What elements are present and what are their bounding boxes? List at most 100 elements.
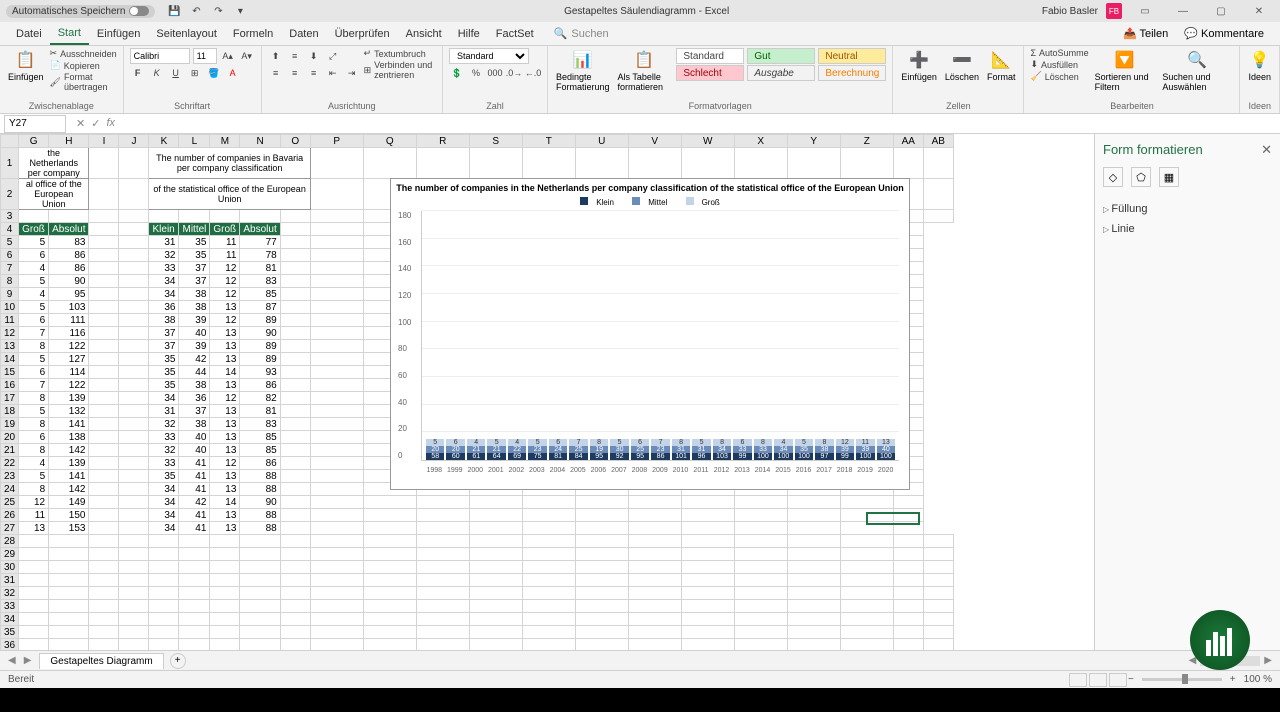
font-color-button[interactable]: A bbox=[225, 65, 241, 81]
panel-close-icon[interactable]: ✕ bbox=[1261, 142, 1272, 158]
autosave-toggle[interactable]: Automatisches Speichern bbox=[6, 5, 155, 18]
user-name[interactable]: Fabio Basler bbox=[1042, 6, 1098, 17]
search-label[interactable]: Suchen bbox=[571, 28, 608, 40]
worksheet[interactable]: GHIJKLMNOPQRSTUVWXYZAAAB1the Netherlands… bbox=[0, 134, 1094, 650]
zoom-out-icon[interactable]: − bbox=[1128, 674, 1134, 685]
font-name-input[interactable] bbox=[130, 48, 190, 64]
cancel-formula-icon[interactable]: ✕ bbox=[76, 117, 85, 130]
merge-button[interactable]: ⊞ Verbinden und zentrieren bbox=[364, 60, 436, 80]
tab-teilen[interactable]: 📤 Teilen bbox=[1115, 23, 1176, 44]
tab-datei[interactable]: Datei bbox=[8, 24, 50, 44]
tab-hilfe[interactable]: Hilfe bbox=[450, 24, 488, 44]
format-cells-button[interactable]: 📐Format bbox=[985, 48, 1018, 84]
tab-start[interactable]: Start bbox=[50, 23, 89, 45]
qat-dropdown-icon[interactable]: ▾ bbox=[232, 3, 248, 19]
align-center-icon[interactable]: ≡ bbox=[287, 65, 303, 81]
cut-button[interactable]: ✂ Ausschneiden bbox=[50, 48, 117, 59]
number-format-select[interactable]: Standard bbox=[449, 48, 529, 64]
conditional-format-button[interactable]: 📊Bedingte Formatierung bbox=[554, 48, 612, 94]
redo-icon[interactable]: ↷ bbox=[210, 3, 226, 19]
undo-icon[interactable]: ↶ bbox=[188, 3, 204, 19]
increase-font-icon[interactable]: A▴ bbox=[220, 48, 236, 64]
bold-button[interactable]: F bbox=[130, 65, 146, 81]
accept-formula-icon[interactable]: ✓ bbox=[91, 117, 100, 130]
next-sheet-icon[interactable]: ▶ bbox=[24, 655, 32, 666]
tab-ansicht[interactable]: Ansicht bbox=[398, 24, 450, 44]
close-icon[interactable]: ✕ bbox=[1244, 6, 1274, 17]
clear-button[interactable]: 🧹 Löschen bbox=[1030, 71, 1088, 82]
tab-daten[interactable]: Daten bbox=[281, 24, 326, 44]
zoom-in-icon[interactable]: + bbox=[1230, 674, 1236, 685]
fill-color-button[interactable]: 🪣 bbox=[206, 65, 222, 81]
hscroll-right-icon[interactable]: ▶ bbox=[1264, 655, 1272, 666]
prop-linie[interactable]: Linie bbox=[1103, 219, 1272, 239]
currency-icon[interactable]: 💲 bbox=[449, 65, 465, 81]
align-left-icon[interactable]: ≡ bbox=[268, 65, 284, 81]
tab-seitenlayout[interactable]: Seitenlayout bbox=[148, 24, 225, 44]
zoom-level[interactable]: 100 % bbox=[1244, 674, 1272, 685]
style-gut[interactable]: Gut bbox=[747, 48, 815, 64]
ribbon-mode-icon[interactable]: ▭ bbox=[1130, 6, 1160, 17]
page-layout-icon[interactable] bbox=[1089, 673, 1107, 687]
minimize-icon[interactable]: — bbox=[1168, 6, 1198, 17]
search-icon[interactable]: 🔍 bbox=[554, 27, 568, 40]
style-berechnung[interactable]: Berechnung bbox=[818, 65, 886, 81]
comma-icon[interactable]: 000 bbox=[487, 65, 503, 81]
fill-tab-icon[interactable]: ◇ bbox=[1103, 167, 1123, 187]
copy-button[interactable]: 📄 Kopieren bbox=[50, 60, 117, 71]
percent-icon[interactable]: % bbox=[468, 65, 484, 81]
format-painter-button[interactable]: 🖌 Format übertragen bbox=[50, 72, 117, 92]
delete-cells-button[interactable]: ➖Löschen bbox=[943, 48, 981, 84]
align-middle-icon[interactable]: ≡ bbox=[287, 48, 303, 64]
orientation-icon[interactable]: ⤢ bbox=[325, 48, 341, 64]
style-standard[interactable]: Standard bbox=[676, 48, 744, 64]
name-box[interactable] bbox=[4, 115, 66, 133]
fill-button[interactable]: ⬇ Ausfüllen bbox=[1030, 59, 1088, 70]
effects-tab-icon[interactable]: ⬠ bbox=[1131, 167, 1151, 187]
style-ausgabe[interactable]: Ausgabe bbox=[747, 65, 815, 81]
tab-einfuegen[interactable]: Einfügen bbox=[89, 24, 148, 44]
paste-button[interactable]: 📋Einfügen bbox=[6, 48, 46, 84]
border-button[interactable]: ⊞ bbox=[187, 65, 203, 81]
tab-kommentare[interactable]: 💬 Kommentare bbox=[1176, 23, 1272, 44]
sheet-tab-1[interactable]: Gestapeltes Diagramm bbox=[39, 653, 163, 669]
format-table-button[interactable]: 📋Als Tabelle formatieren bbox=[616, 48, 673, 94]
maximize-icon[interactable]: ▢ bbox=[1206, 6, 1236, 17]
tab-formeln[interactable]: Formeln bbox=[225, 24, 281, 44]
wrap-text-button[interactable]: ↵ Textumbruch bbox=[364, 48, 436, 59]
insert-cells-button[interactable]: ➕Einfügen bbox=[899, 48, 939, 84]
align-top-icon[interactable]: ⬆ bbox=[268, 48, 284, 64]
group-cells: Zellen bbox=[899, 100, 1017, 111]
decrease-font-icon[interactable]: A▾ bbox=[239, 48, 255, 64]
prev-sheet-icon[interactable]: ◀ bbox=[8, 655, 16, 666]
tab-factset[interactable]: FactSet bbox=[488, 24, 542, 44]
sort-filter-button[interactable]: 🔽Sortieren und Filtern bbox=[1093, 48, 1157, 94]
inc-decimal-icon[interactable]: .0→ bbox=[506, 65, 522, 81]
zoom-slider[interactable] bbox=[1142, 678, 1222, 681]
indent-dec-icon[interactable]: ⇤ bbox=[325, 65, 341, 81]
indent-inc-icon[interactable]: ⇥ bbox=[344, 65, 360, 81]
style-neutral[interactable]: Neutral bbox=[818, 48, 886, 64]
normal-view-icon[interactable] bbox=[1069, 673, 1087, 687]
style-schlecht[interactable]: Schlecht bbox=[676, 65, 744, 81]
embedded-chart[interactable]: The number of companies in the Netherlan… bbox=[390, 178, 910, 490]
fx-icon[interactable]: fx bbox=[106, 117, 115, 130]
formula-input[interactable] bbox=[121, 115, 1280, 133]
font-size-input[interactable] bbox=[193, 48, 217, 64]
autosum-button[interactable]: Σ AutoSumme bbox=[1030, 48, 1088, 58]
add-sheet-button[interactable]: + bbox=[170, 653, 186, 669]
align-bottom-icon[interactable]: ⬇ bbox=[306, 48, 322, 64]
tab-ueberpruefen[interactable]: Überprüfen bbox=[327, 24, 398, 44]
underline-button[interactable]: U bbox=[168, 65, 184, 81]
user-avatar[interactable]: FB bbox=[1106, 3, 1122, 19]
watermark-logo bbox=[1190, 610, 1250, 670]
size-tab-icon[interactable]: ▦ bbox=[1159, 167, 1179, 187]
prop-fuellung[interactable]: Füllung bbox=[1103, 199, 1272, 219]
align-right-icon[interactable]: ≡ bbox=[306, 65, 322, 81]
page-break-icon[interactable] bbox=[1109, 673, 1127, 687]
ideas-button[interactable]: 💡Ideen bbox=[1246, 48, 1273, 84]
find-button[interactable]: 🔍Suchen und Auswählen bbox=[1160, 48, 1233, 94]
italic-button[interactable]: K bbox=[149, 65, 165, 81]
save-icon[interactable]: 💾 bbox=[166, 3, 182, 19]
dec-decimal-icon[interactable]: ←.0 bbox=[525, 65, 541, 81]
